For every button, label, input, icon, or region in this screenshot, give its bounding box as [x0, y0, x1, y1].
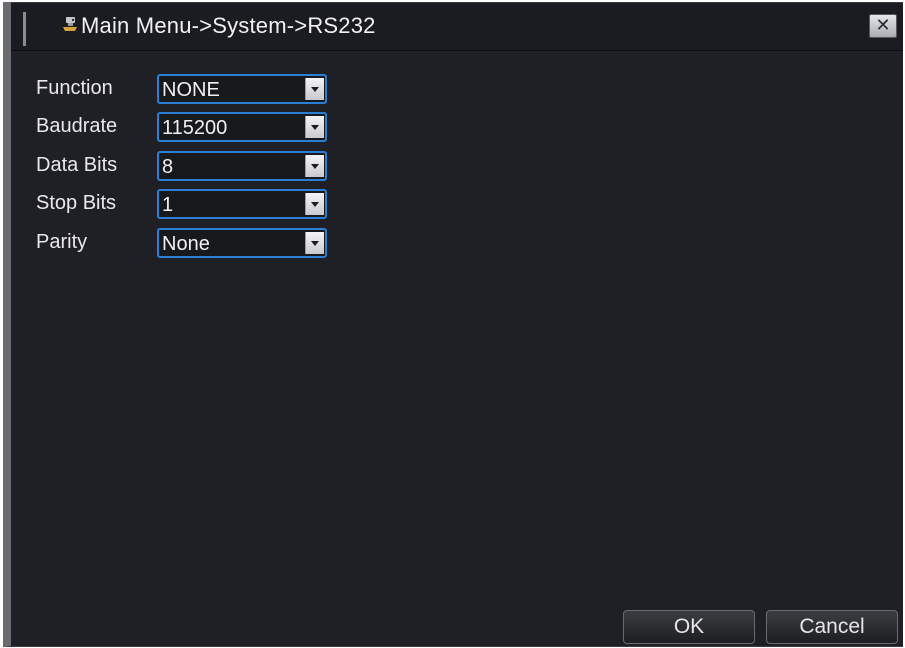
baudrate-row: Baudrate 115200 — [36, 112, 356, 144]
system-settings-icon — [63, 17, 77, 31]
chevron-down-icon — [305, 193, 324, 215]
parity-value: None — [162, 233, 210, 255]
data-bits-select[interactable]: 8 — [157, 151, 327, 181]
function-select[interactable]: NONE — [157, 74, 327, 104]
parity-select[interactable]: None — [157, 228, 327, 258]
function-value: NONE — [162, 79, 220, 101]
title-bar-accent — [23, 12, 26, 46]
parity-row: Parity None — [36, 228, 356, 260]
stop-bits-value: 1 — [162, 194, 174, 216]
stop-bits-row: Stop Bits 1 — [36, 189, 356, 221]
data-bits-label: Data Bits — [36, 154, 118, 176]
data-bits-row: Data Bits 8 — [36, 151, 356, 183]
page-title: Main Menu->System->RS232 — [81, 13, 376, 38]
chevron-down-icon — [305, 78, 324, 100]
cancel-button[interactable]: Cancel — [766, 610, 898, 644]
function-label: Function — [36, 77, 113, 99]
chevron-down-icon — [305, 116, 324, 138]
data-bits-value: 8 — [162, 156, 174, 178]
close-icon: ✕ — [875, 15, 891, 35]
stop-bits-select[interactable]: 1 — [157, 189, 327, 219]
baudrate-select[interactable]: 115200 — [157, 112, 327, 142]
chevron-down-icon — [305, 155, 324, 177]
function-row: Function NONE — [36, 74, 356, 106]
close-button[interactable]: ✕ — [869, 14, 897, 38]
ok-button[interactable]: OK — [623, 610, 755, 644]
title-bar: Main Menu->System->RS232 ✕ — [11, 2, 903, 51]
chevron-down-icon — [305, 232, 324, 254]
baudrate-value: 115200 — [162, 117, 228, 139]
parity-label: Parity — [36, 231, 88, 253]
rs232-dialog: Main Menu->System->RS232 ✕ Function NONE… — [3, 2, 903, 647]
baudrate-label: Baudrate — [36, 115, 118, 137]
stop-bits-label: Stop Bits — [36, 192, 117, 214]
